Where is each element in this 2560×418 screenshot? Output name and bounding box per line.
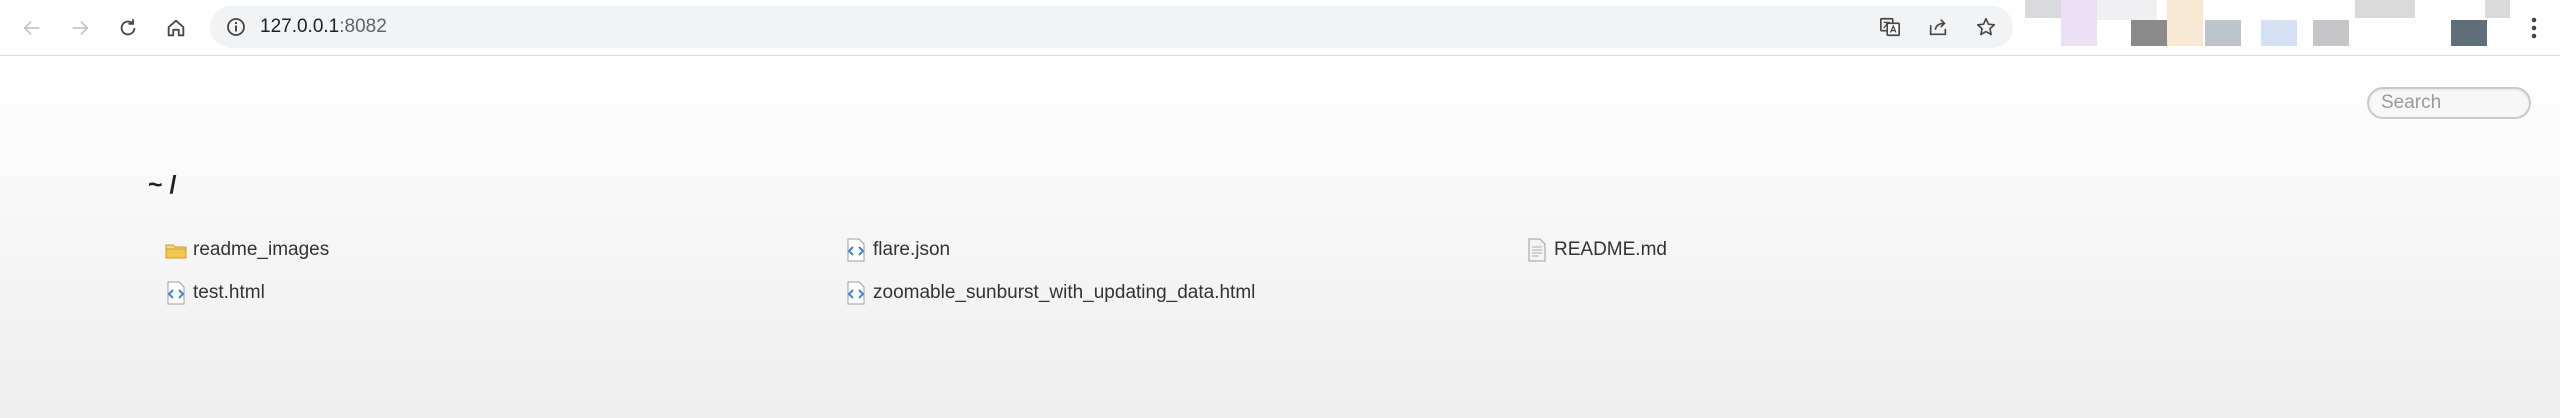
extension-icon[interactable] [2355, 0, 2415, 18]
back-button[interactable] [12, 8, 52, 48]
extension-icon[interactable] [2261, 20, 2297, 46]
reload-icon [120, 19, 136, 36]
file-link-readme-images[interactable]: readme_images [165, 235, 329, 265]
extensions-area[interactable] [2025, 0, 2510, 46]
share-icon [1929, 19, 1947, 36]
extension-icon[interactable] [2451, 20, 2487, 46]
back-icon [23, 20, 40, 36]
file-name: zoomable_sunburst_with_updating_data.htm… [873, 282, 1256, 303]
file-name: flare.json [873, 239, 951, 260]
extension-icon[interactable] [2061, 0, 2097, 46]
file-name: test.html [193, 282, 265, 303]
extension-icon[interactable] [2205, 20, 2241, 46]
breadcrumb: ~ / [148, 171, 177, 199]
extension-icon[interactable] [2485, 0, 2510, 18]
url-text[interactable]: 127.0.0.1:8082 [260, 6, 387, 48]
file-link-zoomable-sunburst[interactable]: zoomable_sunburst_with_updating_data.htm… [845, 278, 1255, 308]
browser-menu-button[interactable] [2516, 8, 2552, 48]
extension-icon[interactable] [2025, 0, 2061, 18]
file-name: readme_images [193, 239, 330, 260]
star-icon [1976, 17, 1996, 36]
folder-icon [165, 244, 187, 259]
url-host: 127.0.0.1 [260, 16, 340, 37]
file-name: README.md [1554, 239, 1667, 260]
share-button[interactable] [1924, 14, 1952, 40]
extension-icon[interactable] [2131, 20, 2167, 46]
text-file-icon [1528, 238, 1546, 262]
forward-icon [72, 20, 89, 36]
forward-button[interactable] [60, 8, 100, 48]
file-link-test-html[interactable]: test.html [165, 278, 265, 308]
reload-button[interactable] [108, 8, 148, 48]
url-port: :8082 [339, 16, 387, 37]
file-link-readme-md[interactable]: README.md [1526, 235, 1667, 265]
menu-icon [2531, 17, 2537, 39]
translate-button[interactable] [1876, 14, 1904, 40]
translate-icon [1880, 17, 1900, 37]
browser-toolbar: 127.0.0.1:8082 [0, 0, 2560, 56]
address-bar[interactable]: 127.0.0.1:8082 [210, 6, 2013, 48]
code-file-icon [847, 281, 865, 305]
search-input[interactable] [2367, 87, 2531, 119]
bookmark-button[interactable] [1972, 14, 2000, 40]
code-file-icon [847, 238, 865, 262]
home-icon [167, 19, 185, 37]
extension-icon[interactable] [2097, 0, 2157, 20]
extension-icon[interactable] [2313, 20, 2349, 46]
code-file-icon [167, 281, 185, 305]
file-link-flare-json[interactable]: flare.json [845, 235, 950, 265]
extension-icon[interactable] [2167, 0, 2203, 46]
directory-listing-page: ~ / readme_images flare.json README.md t… [0, 57, 2560, 418]
home-button[interactable] [156, 8, 196, 48]
info-icon[interactable] [226, 17, 246, 37]
